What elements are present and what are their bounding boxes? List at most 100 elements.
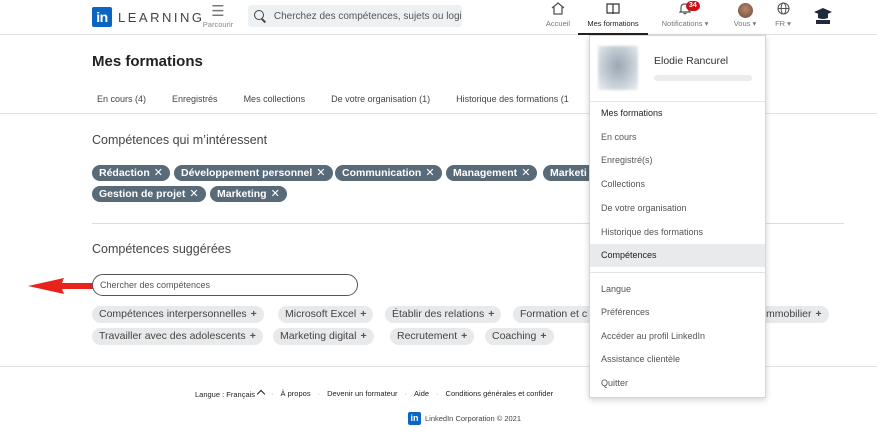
menu-item-historique[interactable]: Historique des formations — [590, 221, 765, 244]
skill-pill-label: Communication — [342, 167, 422, 179]
plus-icon: + — [249, 330, 256, 342]
menu-item-mes-formations[interactable]: Mes formations — [590, 102, 765, 125]
menu-item-collections[interactable]: Collections — [590, 173, 765, 196]
menu-item-de-votre-organisation[interactable]: De votre organisation — [590, 197, 765, 220]
notification-count-badge: 34 — [686, 1, 700, 11]
footer-language-label: Langue : Français — [195, 390, 256, 399]
menu-item-assistance[interactable]: Assistance clientèle — [590, 348, 765, 371]
plus-icon: + — [461, 330, 468, 342]
global-search-input[interactable] — [273, 10, 462, 22]
skill-search-input[interactable] — [92, 274, 358, 296]
nav-vous[interactable]: Vous ▾ — [727, 2, 763, 28]
suggested-skill-pill[interactable]: Compétences interpersonnelles + — [92, 306, 264, 323]
menu-lines-icon: ☰ — [211, 3, 225, 20]
menu-item-competences[interactable]: Compétences — [590, 244, 765, 267]
user-dropdown-menu: Elodie Rancurel Mes formations En cours … — [589, 35, 766, 398]
skill-pill-developpement-personnel[interactable]: Développement personnel ✕ — [174, 165, 333, 181]
suggested-skill-label: Recrutement — [397, 330, 458, 342]
close-icon[interactable]: ✕ — [189, 188, 198, 200]
user-avatar[interactable] — [598, 46, 638, 90]
close-icon[interactable]: ✕ — [316, 167, 325, 179]
page-title: Mes formations — [92, 53, 203, 70]
tab-mes-collections[interactable]: Mes collections — [244, 94, 306, 104]
footer-link-a-propos[interactable]: À propos — [281, 389, 311, 399]
tab-de-votre-organisation[interactable]: De votre organisation (1) — [331, 94, 430, 104]
footer-language[interactable]: Langue : Français — [195, 389, 266, 399]
organization-logo[interactable] — [810, 2, 836, 26]
footer-link-conditions[interactable]: Conditions générales et confider — [446, 389, 554, 399]
suggested-skill-pill[interactable]: Marketing digital + — [273, 328, 374, 345]
suggested-skill-label: mmobilier — [766, 308, 812, 320]
menu-item-preferences[interactable]: Préférences — [590, 301, 765, 324]
interests-title: Compétences qui m’intéressent — [92, 133, 268, 147]
plus-icon: + — [488, 308, 495, 320]
bell-icon — [652, 2, 718, 19]
skill-pill-marketing[interactable]: Marketing ✕ — [210, 186, 287, 202]
footer-separator: · — [317, 389, 321, 398]
menu-item-enregistres[interactable]: Enregistré(s) — [590, 149, 765, 172]
menu-item-quitter[interactable]: Quitter — [590, 372, 765, 395]
globe-icon — [768, 2, 798, 19]
caret-down-icon: ▾ — [787, 19, 791, 28]
browse-label: Parcourir — [202, 20, 234, 29]
nav-notifications[interactable]: 34 Notifications ▾ — [652, 1, 718, 28]
nav-notifications-label: Notifications — [661, 19, 703, 28]
nav-accueil[interactable]: Accueil — [541, 2, 575, 28]
footer-link-devenir-formateur[interactable]: Devenir un formateur — [327, 389, 397, 399]
footer-separator: · — [404, 389, 408, 398]
nav-mes-formations[interactable]: Mes formations — [578, 2, 648, 35]
tab-historique[interactable]: Historique des formations (1 — [456, 94, 569, 104]
close-icon[interactable]: ✕ — [154, 167, 163, 179]
nav-accueil-label: Accueil — [545, 19, 571, 28]
skill-pill-management[interactable]: Management ✕ — [446, 165, 538, 181]
nav-language[interactable]: FR ▾ — [768, 2, 798, 28]
suggested-skill-label: Microsoft Excel — [285, 308, 357, 320]
nav-vous-label: Vous — [733, 19, 751, 28]
menu-item-acceder-profil[interactable]: Accéder au profil LinkedIn — [590, 325, 765, 348]
close-icon[interactable]: ✕ — [271, 188, 280, 200]
user-name[interactable]: Elodie Rancurel — [654, 55, 728, 67]
graduation-cap-icon — [812, 4, 834, 26]
suggested-skill-label: Formation et c — [520, 308, 588, 320]
page-root: in LEARNING ☰ Parcourir Accueil Mes form… — [0, 0, 877, 438]
linkedin-learning-logo[interactable]: in LEARNING — [92, 7, 204, 27]
suggested-skill-pill[interactable]: Microsoft Excel + — [278, 306, 374, 323]
suggested-skill-pill[interactable]: Recrutement + — [390, 328, 475, 345]
book-icon — [578, 2, 648, 19]
suggested-skill-label: Travailler avec des adolescents — [99, 330, 246, 342]
skill-pill-gestion-de-projet[interactable]: Gestion de projet ✕ — [92, 186, 206, 202]
menu-item-langue[interactable]: Langue — [590, 278, 765, 301]
suggested-skill-pill[interactable]: Coaching + — [485, 328, 554, 345]
user-avatar-small — [737, 3, 753, 18]
skill-pill-label: Marketi — [550, 167, 587, 179]
user-subtitle-blurred — [654, 75, 752, 81]
copyright-text: LinkedIn Corporation © 2021 — [425, 414, 522, 423]
skill-pill-redaction[interactable]: Rédaction ✕ — [92, 165, 170, 181]
nav-mes-formations-label: Mes formations — [587, 19, 639, 28]
footer-link-aide[interactable]: Aide — [414, 389, 429, 399]
skill-pill-label: Développement personnel — [181, 167, 313, 179]
red-arrow-icon — [28, 278, 94, 294]
skill-pill-label: Gestion de projet — [99, 188, 186, 200]
global-search[interactable] — [248, 5, 462, 27]
linkedin-mini-logo: in — [408, 412, 421, 425]
suggested-skill-label: Établir des relations — [392, 308, 485, 320]
plus-icon: + — [815, 308, 822, 320]
suggested-skill-label: Marketing digital — [280, 330, 357, 342]
skill-pill-label: Management — [453, 167, 518, 179]
menu-item-en-cours[interactable]: En cours — [590, 126, 765, 149]
caret-down-icon: ▾ — [752, 19, 757, 28]
home-icon — [541, 2, 575, 19]
suggested-skill-pill[interactable]: Établir des relations + — [385, 306, 502, 323]
nav-language-label: FR — [775, 19, 786, 28]
close-icon[interactable]: ✕ — [521, 167, 530, 179]
tab-enregistres[interactable]: Enregistrés — [172, 94, 218, 104]
plus-icon: + — [540, 330, 547, 342]
suggested-skill-pill[interactable]: Travailler avec des adolescents + — [92, 328, 263, 345]
tab-en-cours[interactable]: En cours (4) — [97, 94, 146, 104]
browse-button[interactable]: ☰ Parcourir — [198, 3, 238, 29]
footer-separator: · — [271, 389, 274, 398]
skill-pill-communication[interactable]: Communication ✕ — [335, 165, 442, 181]
close-icon[interactable]: ✕ — [425, 167, 434, 179]
search-icon — [254, 10, 266, 22]
